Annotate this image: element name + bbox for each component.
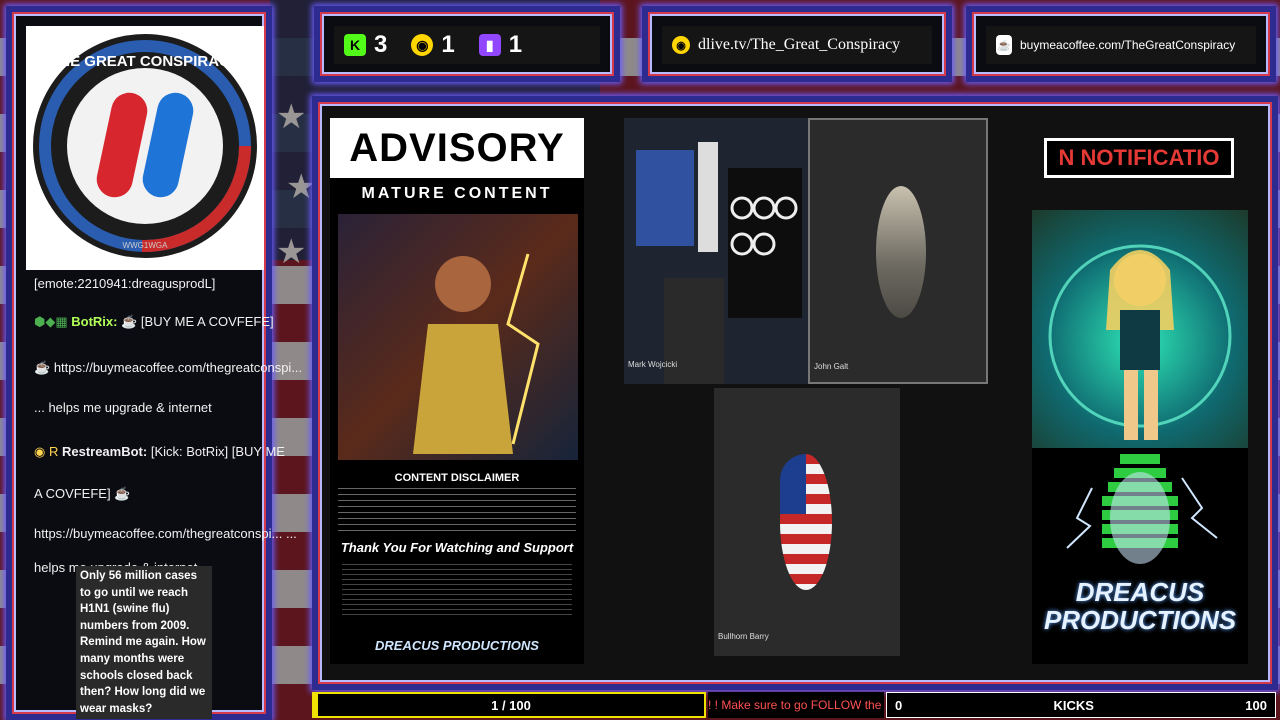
channel-logo: THE GREAT CONSPIRACY WWG1WGA <box>26 26 264 270</box>
advisory-title: ADVISORY <box>330 118 584 178</box>
kicks-max: 100 <box>1245 697 1267 713</box>
kicks-goal-bar: 0 KICKS 100 <box>886 692 1276 718</box>
logo-motto: WWG1WGA <box>123 241 169 250</box>
cam-2-video: John Galt <box>808 118 988 384</box>
coffee-cup-icon: ☕ <box>996 35 1012 55</box>
twitch-count: 1 <box>508 31 523 58</box>
coffee-icon: ☕ <box>34 360 51 375</box>
chat-message: [emote:2210941:dreagusprodL] <box>34 276 216 291</box>
brand-right-text: DREACUS PRODUCTIONS <box>1043 577 1237 635</box>
kick-icon: K <box>344 34 366 56</box>
restream-icon: ◉ R <box>34 444 59 459</box>
chat-message: A COVFEFE] ☕ <box>34 486 131 501</box>
news-ticker: ! ! Make sure to go FOLLOW the <box>708 692 884 718</box>
dlive-url-panel: ◉ dlive.tv/The_Great_Conspiracy <box>642 6 952 82</box>
thanks-text: Thank You For Watching and Support <box>340 540 574 555</box>
ticker-text: ! ! Make sure to go FOLLOW the <box>708 698 882 712</box>
advisory-panel: ADVISORY MATURE CONTENT CONTENT DISCLAIM… <box>330 118 584 664</box>
thanks-fine-print <box>342 564 572 616</box>
kicks-label: KICKS <box>1053 697 1094 713</box>
cam-3-label: Bullhorn Barry <box>718 632 769 641</box>
kicks-min: 0 <box>895 697 903 713</box>
disclaimer-title: CONTENT DISCLAIMER <box>394 472 520 484</box>
dlive-count: 1 <box>441 31 455 58</box>
cam-3-video: Bullhorn Barry <box>714 388 900 656</box>
chat-message: ☕ https://buymeacoffee.com/thegreatconsp… <box>34 360 303 375</box>
chat-message: ... helps me upgrade & internet <box>34 400 212 415</box>
kick-count: 3 <box>374 31 388 58</box>
cam-1-label: Mark Wojcicki <box>628 360 678 369</box>
dlive-icon: ◉ <box>672 36 690 54</box>
dreacus-brand-art: DREACUS PRODUCTIONS <box>1032 448 1248 664</box>
chat-feed: [emote:2210941:dreagusprodL] ⬢◆▦ BotRix:… <box>26 274 302 575</box>
bmc-url-panel: ☕ buymeacoffee.com/TheGreatConspiracy <box>966 6 1276 82</box>
badge-icon: ⬢◆▦ <box>34 314 68 329</box>
bmc-url[interactable]: buymeacoffee.com/TheGreatConspiracy <box>1020 38 1235 52</box>
disclaimer-text-block <box>338 488 576 534</box>
goal-progress-bar: 1 / 100 <box>312 692 706 718</box>
cam-2-avatar <box>876 186 926 318</box>
notification-banner: N NOTIFICATIO <box>1044 138 1234 178</box>
platform-counts-panel: K 3 ◉ 1 ▮ 1 <box>314 6 620 82</box>
cam-3-avatar-union <box>780 454 806 514</box>
cam-1-video: Mark Wojcicki <box>624 118 808 384</box>
advisory-subtitle: MATURE CONTENT <box>361 185 553 202</box>
goal-progress-text: 1 / 100 <box>491 697 531 713</box>
chat-message: ⬢◆▦ BotRix: ☕ [BUY ME A COVFEFE] <box>34 314 274 329</box>
chat-message: https://buymeacoffee.com/thegreatconspi.… <box>34 526 297 541</box>
twitch-icon: ▮ <box>478 34 501 56</box>
cam-2-label: John Galt <box>814 362 849 371</box>
coffee-icon: ☕ <box>121 314 138 329</box>
advisory-brand: DREACUS PRODUCTIONS <box>375 638 539 653</box>
chat-message: ◉ R RestreamBot: [Kick: BotRix] [BUY ME <box>34 444 285 459</box>
coffee-icon: ☕ <box>114 486 131 501</box>
logo-title: THE GREAT CONSPIRACY <box>50 53 240 70</box>
chat-popup-bubble: Only 56 million cases to go until we rea… <box>76 566 212 720</box>
character-art-image <box>1032 210 1248 448</box>
dlive-icon: ◉ <box>411 34 434 56</box>
advisory-art-image <box>338 214 578 460</box>
dlive-url[interactable]: dlive.tv/The_Great_Conspiracy <box>698 36 900 54</box>
notification-text: N NOTIFICATIO <box>1047 141 1231 175</box>
